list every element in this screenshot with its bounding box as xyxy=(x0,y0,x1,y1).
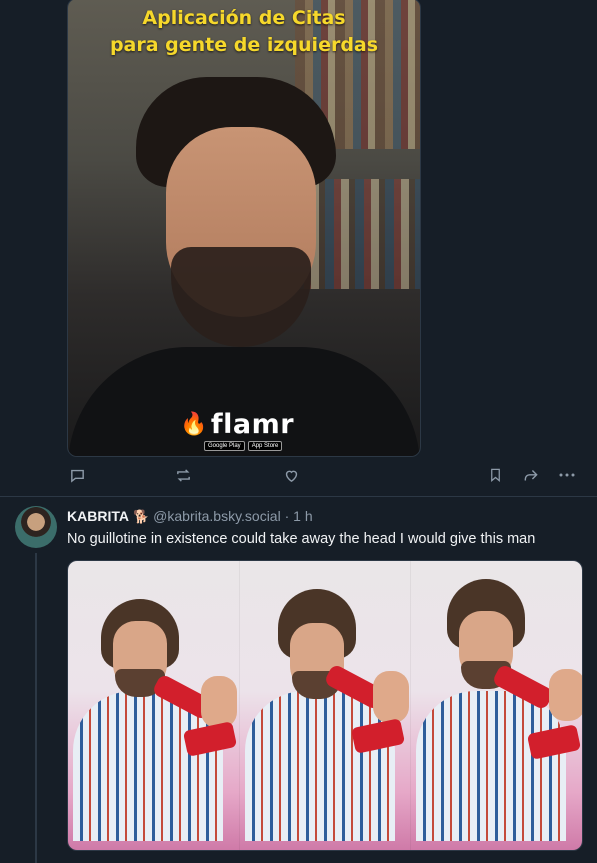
post-image[interactable] xyxy=(67,560,583,851)
repost-icon[interactable] xyxy=(173,464,193,486)
post-text: No guillotine in existence could take aw… xyxy=(67,531,536,547)
reply-icon[interactable] xyxy=(67,464,87,486)
author-name[interactable]: KABRITA xyxy=(67,508,129,524)
post-header: KABRITA 🐕 @kabrita.bsky.social · 1 h xyxy=(67,508,313,525)
share-icon[interactable] xyxy=(521,464,541,486)
photo-panel-1 xyxy=(68,561,239,850)
post-actions xyxy=(67,464,577,488)
heart-icon[interactable] xyxy=(281,464,301,486)
image-title-line2: para gente de izquierdas xyxy=(109,34,379,56)
more-icon[interactable] xyxy=(557,464,577,486)
post-divider xyxy=(0,496,597,497)
store-badges: Google Play App Store xyxy=(204,441,283,451)
flame-icon: 🔥 xyxy=(180,412,208,437)
thread-line xyxy=(35,553,37,863)
brand-name: flamr xyxy=(210,409,295,440)
man-portrait xyxy=(68,77,420,456)
image-title: Aplicación de Citas para gente de izquie… xyxy=(68,5,420,59)
image-title-line1: Aplicación de Citas xyxy=(142,7,346,29)
post-image[interactable]: Aplicación de Citas para gente de izquie… xyxy=(67,0,421,457)
photo-panel-2 xyxy=(238,561,411,850)
google-play-badge: Google Play xyxy=(204,441,245,451)
post-time[interactable]: 1 h xyxy=(293,508,312,524)
flamr-logo: 🔥 flamr xyxy=(180,409,294,440)
dog-emoji: 🐕 xyxy=(132,509,150,524)
avatar[interactable] xyxy=(15,506,57,548)
author-handle[interactable]: @kabrita.bsky.social xyxy=(153,508,281,524)
bookmark-icon[interactable] xyxy=(485,464,505,486)
separator: · xyxy=(284,508,290,524)
photo-panel-3 xyxy=(410,561,582,850)
app-store-badge: App Store xyxy=(247,441,283,451)
